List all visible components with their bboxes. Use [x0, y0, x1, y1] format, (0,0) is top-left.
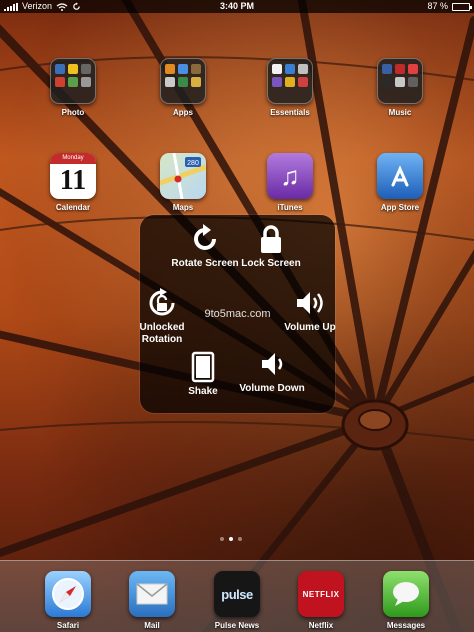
folder-music[interactable]: Music	[365, 58, 435, 117]
pulse-icon: pulse	[214, 571, 260, 617]
calendar-date: 11	[59, 165, 87, 196]
app-app-store[interactable]: App Store	[365, 153, 435, 212]
calendar-weekday: Monday	[50, 153, 96, 164]
app-label: Maps	[172, 203, 194, 212]
app-label: Apps	[173, 108, 193, 117]
folder-icon	[50, 58, 96, 104]
folder-icon	[267, 58, 313, 104]
status-bar: Verizon 3:40 PM 87 %	[0, 0, 474, 13]
calendar-icon: Monday 11	[50, 153, 96, 199]
app-messages[interactable]: Messages	[371, 571, 441, 630]
app-label: iTunes	[277, 203, 303, 212]
volume-down-button[interactable]: Volume Down	[232, 348, 312, 395]
folder-essentials[interactable]: Essentials	[255, 58, 325, 117]
volume-up-label: Volume Up	[284, 322, 336, 333]
safari-icon	[45, 571, 91, 617]
app-label: Calendar	[55, 203, 91, 212]
folder-photo[interactable]: Photo	[38, 58, 108, 117]
folder-icon	[160, 58, 206, 104]
shake-label: Shake	[188, 386, 218, 397]
volume-up-button[interactable]: Volume Up	[270, 287, 350, 334]
battery-percent: 87 %	[427, 1, 448, 11]
wifi-icon	[56, 2, 68, 11]
volume-up-icon	[297, 292, 323, 314]
maps-route: 280	[187, 160, 199, 167]
mail-icon	[129, 571, 175, 617]
app-label: Mail	[144, 621, 160, 630]
lock-screen-button[interactable]: Lock Screen	[231, 223, 311, 270]
netflix-icon: NETFLIX	[298, 571, 344, 617]
pulse-logo: pulse	[221, 586, 253, 602]
maps-icon: 280	[160, 153, 206, 199]
page-dot-active	[229, 537, 233, 541]
rotate-icon	[194, 224, 216, 250]
netflix-logo: NETFLIX	[302, 589, 340, 599]
volume-down-icon	[262, 353, 283, 375]
app-store-icon	[377, 153, 423, 199]
app-safari[interactable]: Safari	[33, 571, 103, 630]
page-dot	[220, 537, 224, 541]
volume-down-label: Volume Down	[239, 383, 305, 394]
shake-icon	[191, 351, 215, 383]
lock-screen-label: Lock Screen	[241, 258, 301, 269]
app-label: Music	[388, 108, 412, 117]
itunes-icon: ♫	[267, 153, 313, 199]
status-time: 3:40 PM	[219, 1, 254, 11]
app-label: Netflix	[308, 621, 334, 630]
rotate-screen-label: Rotate Screen	[171, 258, 239, 269]
app-mail[interactable]: Mail	[117, 571, 187, 630]
app-label: Essentials	[270, 108, 310, 117]
page-indicator[interactable]	[220, 537, 242, 541]
messages-icon	[383, 571, 429, 617]
carrier-name: Verizon	[22, 1, 53, 11]
app-maps[interactable]: 280 Maps	[148, 153, 218, 212]
page-dot	[238, 537, 242, 541]
folder-apps[interactable]: Apps	[148, 58, 218, 117]
assistive-touch-menu: Rotate Screen Lock Screen Unlocked Rotat…	[139, 215, 336, 413]
shake-button[interactable]: Shake	[163, 351, 243, 398]
app-label: App Store	[380, 203, 420, 212]
battery-icon	[452, 2, 472, 11]
folder-icon	[377, 58, 423, 104]
app-label: Pulse News	[214, 621, 260, 630]
app-pulse-news[interactable]: pulse Pulse News	[202, 571, 272, 630]
app-itunes[interactable]: ♫ iTunes	[255, 153, 325, 212]
app-label: Messages	[386, 621, 426, 630]
app-netflix[interactable]: NETFLIX Netflix	[286, 571, 356, 630]
app-label: Photo	[61, 108, 85, 117]
signal-icon	[4, 2, 18, 11]
dock: Safari Mail pulse Pulse News NETFLIX Net…	[0, 560, 474, 632]
app-label: Safari	[56, 621, 80, 630]
app-calendar[interactable]: Monday 11 Calendar	[38, 153, 108, 212]
unlocked-rotation-label: Unlocked Rotation	[139, 322, 185, 345]
sync-icon	[73, 2, 80, 10]
lock-icon	[261, 225, 281, 253]
